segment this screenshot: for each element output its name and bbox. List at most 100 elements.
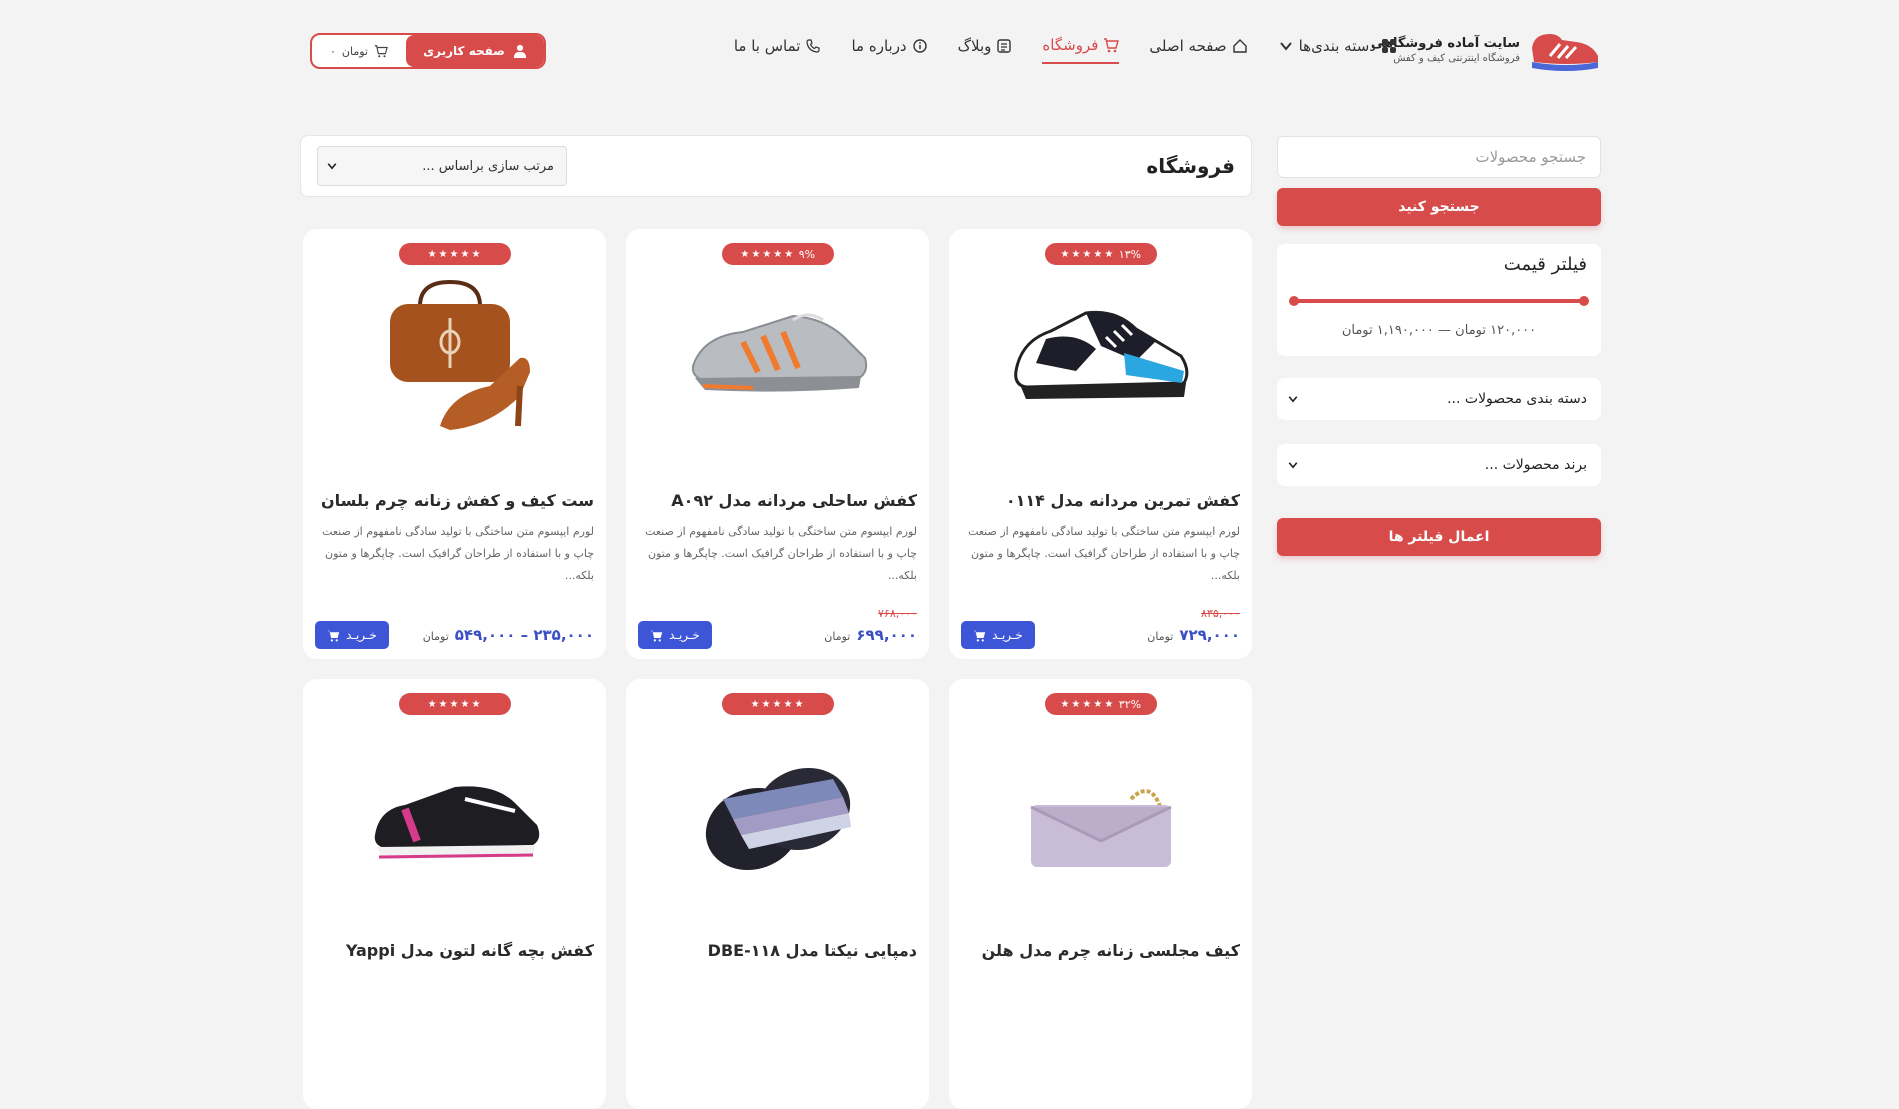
price-slider-min-handle[interactable]	[1289, 296, 1299, 306]
cart-button[interactable]: تومان ۰	[312, 35, 406, 67]
water-shoe-image-icon	[691, 313, 867, 392]
product-card[interactable]: ★★★★★ دمپایی نیکتا مدل DBE-۱۱۸	[626, 679, 929, 1109]
star-rating-icon: ★★★★★	[1060, 248, 1115, 260]
sort-select-value: مرتب سازی براساس ...	[422, 158, 554, 174]
kids-shoe-image-icon	[374, 786, 539, 859]
star-rating-icon: ★★★★★	[427, 248, 482, 260]
price-value: ۶۹۹,۰۰۰	[856, 626, 917, 644]
user-page-button[interactable]: صفحه کاربری	[406, 35, 544, 67]
apply-filters-button[interactable]: اعمال فیلتر ها	[1277, 518, 1601, 556]
brand-select[interactable]: برند محصولات ...	[1277, 444, 1601, 486]
price-currency: تومان	[824, 630, 851, 643]
product-image[interactable]	[355, 739, 555, 909]
shop-main: فروشگاه مرتب سازی براساس ... ۱۳% ★★★★★ ک…	[300, 135, 1252, 1109]
product-card[interactable]: ۱۳% ★★★★★ کفش تمرین مردانه مدل ۰۱۱۴ لورم…	[949, 229, 1252, 659]
home-icon	[1232, 39, 1247, 53]
sort-select[interactable]: مرتب سازی براساس ...	[317, 146, 567, 186]
product-search-input[interactable]	[1277, 136, 1601, 178]
price-row: ۶۹۹,۰۰۰ تومان خـریـد	[638, 621, 917, 649]
product-image[interactable]	[678, 729, 878, 899]
main-nav: دسته بندی‌ها صفحه اصلی فروشگاه وبلاگ درب…	[734, 36, 1397, 64]
product-title[interactable]: کیف مجلسی زنانه چرم مدل هلن	[961, 941, 1240, 960]
brand-select-value: برند محصولات ...	[1484, 457, 1587, 473]
cart-icon	[374, 45, 388, 58]
rating-badge: ★★★★★	[721, 693, 834, 715]
nav-contact[interactable]: تماس با ما	[734, 37, 822, 63]
product-card[interactable]: ★★★★★ کفش بچه گانه لتون مدل Yappi	[303, 679, 606, 1109]
buy-button[interactable]: خـریـد	[638, 621, 712, 649]
product-grid: ۱۳% ★★★★★ کفش تمرین مردانه مدل ۰۱۱۴ لورم…	[300, 229, 1252, 1109]
product-title[interactable]: دمپایی نیکتا مدل DBE-۱۱۸	[638, 941, 917, 960]
rating-badge: ۱۳% ★★★★★	[1044, 243, 1157, 265]
price-slider[interactable]	[1289, 296, 1589, 306]
price-currency: تومان	[422, 630, 449, 643]
nav-contact-label: تماس با ما	[733, 37, 801, 55]
search-button[interactable]: جستجو کنید	[1277, 188, 1601, 226]
site-header: سایت آماده فروشگاهی فروشگاه اینترنتی کیف…	[310, 28, 1602, 74]
nav-blog[interactable]: وبلاگ	[958, 37, 1013, 63]
slipper-image-icon	[705, 767, 851, 871]
price-currency: تومان	[1147, 630, 1174, 643]
cart-icon	[650, 630, 663, 642]
cart-icon	[1104, 38, 1120, 53]
chevron-down-icon	[1288, 396, 1298, 403]
filter-sidebar: جستجو کنید فیلتر قیمت ۱۲۰,۰۰۰ تومان — ۱,…	[1277, 136, 1601, 556]
nav-categories[interactable]: دسته بندی‌ها	[1278, 37, 1397, 63]
chevron-down-icon	[1288, 462, 1298, 469]
chevron-down-icon	[327, 163, 337, 170]
product-title[interactable]: کفش ساحلی مردانه مدل A۰۹۲	[638, 491, 917, 510]
product-card[interactable]: ۳۲% ★★★★★ کیف مجلسی زنانه چرم مدل هلن	[949, 679, 1252, 1109]
chevron-down-icon	[1279, 42, 1292, 51]
nav-about[interactable]: درباره ما	[851, 37, 927, 63]
product-description: لورم ایپسوم متن ساختگی با تولید سادگی نا…	[645, 525, 917, 582]
product-card[interactable]: ★★★★★ ست کیف و کفش زنانه چرم بلسان لورم …	[303, 229, 606, 659]
nav-home[interactable]: صفحه اصلی	[1149, 37, 1247, 63]
price-row: ۷۲۹,۰۰۰ تومان خـریـد	[961, 621, 1240, 649]
star-rating-icon: ★★★★★	[427, 698, 482, 710]
price-value: ۲۳۵,۰۰۰ – ۵۴۹,۰۰۰	[454, 626, 594, 644]
rating-badge: ۹% ★★★★★	[721, 243, 834, 265]
shoe-logo-icon	[1532, 34, 1598, 71]
site-logo[interactable]: سایت آماده فروشگاهی فروشگاه اینترنتی کیف…	[1371, 28, 1602, 74]
cart-icon	[973, 630, 986, 642]
cart-icon	[327, 630, 340, 642]
rating-badge: ۳۲% ★★★★★	[1044, 693, 1157, 715]
product-title[interactable]: کفش بچه گانه لتون مدل Yappi	[315, 941, 594, 960]
product-card[interactable]: ۹% ★★★★★ کفش ساحلی مردانه مدل A۰۹۲ لورم …	[626, 229, 929, 659]
price-range-text: ۱۲۰,۰۰۰ تومان — ۱,۱۹۰,۰۰۰ تومان	[1341, 323, 1537, 338]
clutch-image-icon	[1029, 789, 1172, 867]
product-description: لورم ایپسوم متن ساختگی با تولید سادگی نا…	[968, 525, 1240, 582]
cart-amount: ۰	[330, 44, 336, 58]
buy-label: خـریـد	[669, 628, 700, 642]
discount-label: ۱۳%	[1118, 247, 1142, 261]
product-title[interactable]: ست کیف و کفش زنانه چرم بلسان	[315, 491, 594, 510]
product-title[interactable]: کفش تمرین مردانه مدل ۰۱۱۴	[961, 491, 1240, 510]
rating-badge: ★★★★★	[398, 693, 511, 715]
nav-shop[interactable]: فروشگاه	[1042, 36, 1120, 64]
product-price: ۷۲۹,۰۰۰ تومان	[1147, 626, 1240, 644]
star-rating-icon: ★★★★★	[1060, 698, 1115, 710]
buy-button[interactable]: خـریـد	[961, 621, 1035, 649]
buy-button[interactable]: خـریـد	[315, 621, 389, 649]
phone-icon	[806, 39, 821, 53]
user-icon	[513, 44, 526, 58]
buy-label: خـریـد	[346, 628, 377, 642]
product-image[interactable]	[355, 271, 555, 441]
price-slider-max-handle[interactable]	[1579, 296, 1589, 306]
buy-label: خـریـد	[992, 628, 1023, 642]
blog-icon	[997, 39, 1012, 53]
product-image[interactable]	[1001, 739, 1201, 909]
rating-badge: ★★★★★	[398, 243, 511, 265]
category-select-value: دسته بندی محصولات ...	[1447, 391, 1587, 407]
grid-icon	[1382, 39, 1396, 53]
discount-label: ۳۲%	[1118, 697, 1142, 711]
header-actions: صفحه کاربری تومان ۰	[310, 33, 546, 69]
star-rating-icon: ★★★★★	[740, 248, 795, 260]
nav-about-label: درباره ما	[851, 37, 907, 55]
nav-home-label: صفحه اصلی	[1149, 37, 1227, 55]
category-select[interactable]: دسته بندی محصولات ...	[1277, 378, 1601, 420]
product-image[interactable]	[1001, 271, 1201, 441]
price-row: ۲۳۵,۰۰۰ – ۵۴۹,۰۰۰ تومان خـریـد	[315, 621, 594, 649]
user-page-label: صفحه کاربری	[423, 44, 505, 58]
product-image[interactable]	[678, 271, 878, 441]
